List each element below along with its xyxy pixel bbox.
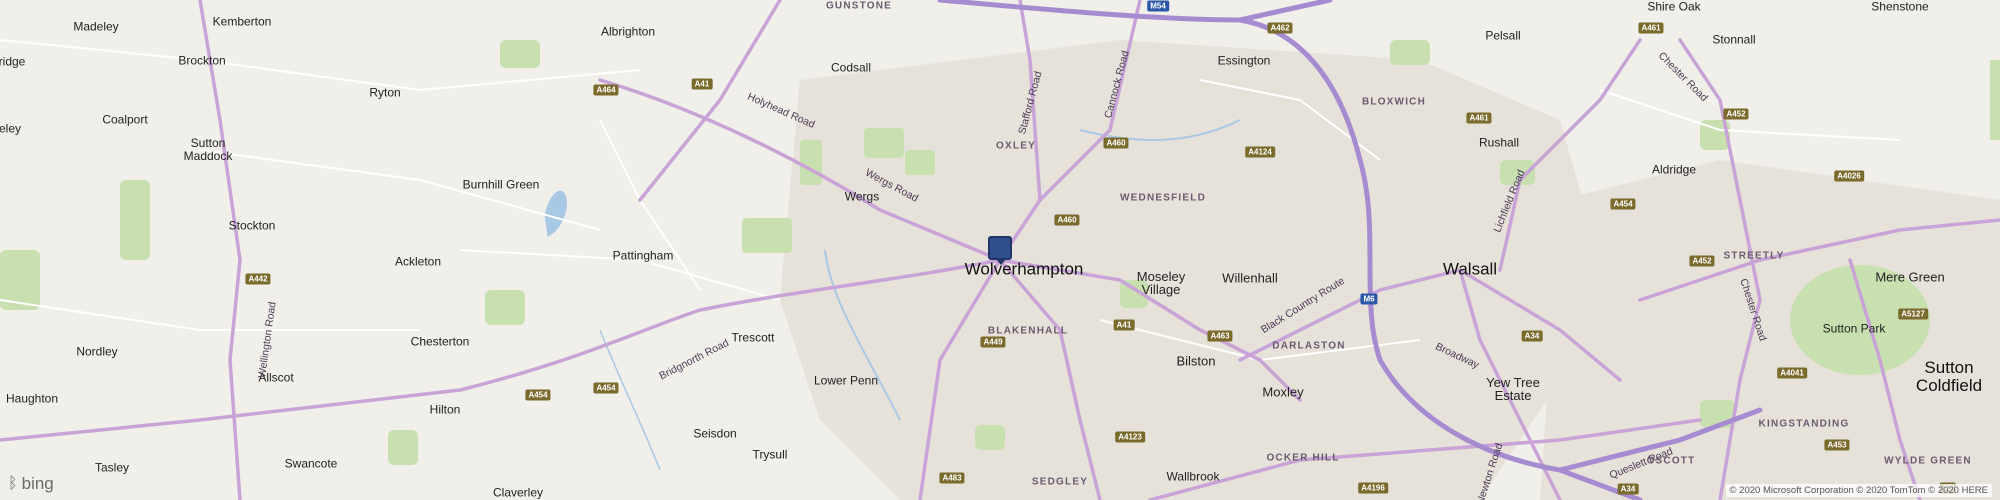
place-essington: Essington [1217,53,1271,68]
bing-logo[interactable]: ᛒ bing [8,474,54,494]
district-wednesfield: WEDNESFIELD [1120,192,1206,204]
place-ackleton: Ackleton [394,254,442,269]
shield-a454-west: A454 [593,382,619,394]
place-shenstone: Shenstone [1871,0,1929,14]
shield-m54: M54 [1147,0,1169,12]
place-sutton-coldfield: Sutton Coldfield [1915,358,1983,395]
shield-a461-north: A461 [1466,112,1492,124]
shield-a454-east: A454 [1610,198,1636,210]
place-pelsall: Pelsall [1485,28,1521,43]
shield-a5127: A5127 [1898,308,1928,320]
place-swancote: Swancote [284,456,338,471]
place-sutton-park: Sutton Park [1822,321,1886,336]
district-streetly: STREETLY [1723,250,1785,262]
place-chesterton: Chesterton [410,334,470,349]
map-canvas[interactable]: Madeley Kemberton Albrighton Brockton Co… [0,0,2000,500]
place-mere-green: Mere Green [1875,269,1945,285]
shield-a4196: A4196 [1358,482,1388,494]
shield-a452-south: A452 [1689,255,1715,267]
place-sutton-maddock: Sutton Maddock [183,136,233,163]
shield-a442: A442 [245,273,271,285]
place-wergs: Wergs [844,189,880,204]
shield-a449: A449 [980,336,1006,348]
district-darlaston: DARLASTON [1272,340,1346,352]
shield-a4041: A4041 [1777,367,1807,379]
place-burnhill-green: Burnhill Green [462,177,540,192]
district-ocker-hill: OCKER HILL [1266,452,1340,464]
place-willenhall: Willenhall [1222,270,1278,286]
place-albrighton: Albrighton [600,24,656,39]
place-pattingham: Pattingham [612,248,674,263]
place-brockton: Brockton [178,53,226,68]
place-rushall: Rushall [1478,135,1520,150]
place-moseley-village: Moseley Village [1136,269,1186,297]
place-stonnall: Stonnall [1712,32,1756,47]
district-sedgley: SEDGLEY [1031,476,1089,488]
place-lower-penn: Lower Penn [813,373,879,388]
shield-a460-north: A460 [1103,137,1129,149]
shield-a462: A462 [1267,22,1293,34]
shield-a4026: A4026 [1834,170,1864,182]
shield-a463: A463 [1207,330,1233,342]
place-seisdon: Seisdon [693,426,737,441]
shield-a483: A483 [939,472,965,484]
place-wolverhampton: Wolverhampton [964,259,1084,279]
urban-areas [780,40,2000,500]
place-trescott: Trescott [731,330,775,345]
place-wallbrook: Wallbrook [1166,469,1220,484]
map-pin-icon[interactable] [988,236,1012,265]
district-kingstanding: KINGSTANDING [1758,418,1850,430]
shield-a34-south: A34 [1617,483,1639,495]
place-trysull: Trysull [752,447,788,462]
place-hilton: Hilton [429,402,461,417]
shield-a41-west: A41 [691,78,713,90]
place-coalport: Coalport [102,112,148,127]
district-blakenhall: BLAKENHALL [987,325,1069,337]
district-gunstone: GUNSTONE [825,0,893,12]
shield-a34-north: A34 [1521,330,1543,342]
place-nordley: Nordley [76,344,118,359]
shield-a454-southwest: A454 [525,389,551,401]
bing-b-icon: ᛒ [8,475,18,492]
shield-a453: A453 [1824,439,1850,451]
shield-a460-central: A460 [1054,214,1080,226]
place-stockton: Stockton [228,218,276,233]
place-codsall: Codsall [830,60,872,75]
place-kemberton: Kemberton [212,14,272,29]
map-copyright: © 2020 Microsoft Corporation © 2020 TomT… [1725,484,1992,497]
bing-wordmark: bing [21,474,54,493]
shield-a41-central: A41 [1113,319,1135,331]
shield-m6: M6 [1360,293,1378,305]
place-aldridge: Aldridge [1651,162,1697,177]
place-haughton: Haughton [5,391,59,406]
shield-a464: A464 [593,84,619,96]
place-claverley: Claverley [492,485,544,500]
place-bilston: Bilston [1176,353,1216,369]
district-oxley: OXLEY [996,140,1036,152]
place-shire-oak: Shire Oak [1647,0,1701,14]
shield-a4124: A4124 [1245,146,1275,158]
place-bridge-partial: ridge [0,54,26,69]
place-walsall: Walsall [1442,259,1498,279]
place-tasley: Tasley [94,460,130,475]
place-ryton: Ryton [369,85,401,100]
shield-a452-north: A452 [1723,108,1749,120]
district-bloxwich: BLOXWICH [1361,96,1427,108]
shield-a461-east: A461 [1638,22,1664,34]
place-yew-tree-estate: Yew Tree Estate [1486,375,1540,403]
place-madeley: Madeley [73,19,119,34]
district-wylde-green: WYLDE GREEN [1884,455,1972,467]
place-eley-partial: eley [0,121,22,136]
place-moxley: Moxley [1262,384,1304,400]
shield-a4123: A4123 [1115,431,1145,443]
